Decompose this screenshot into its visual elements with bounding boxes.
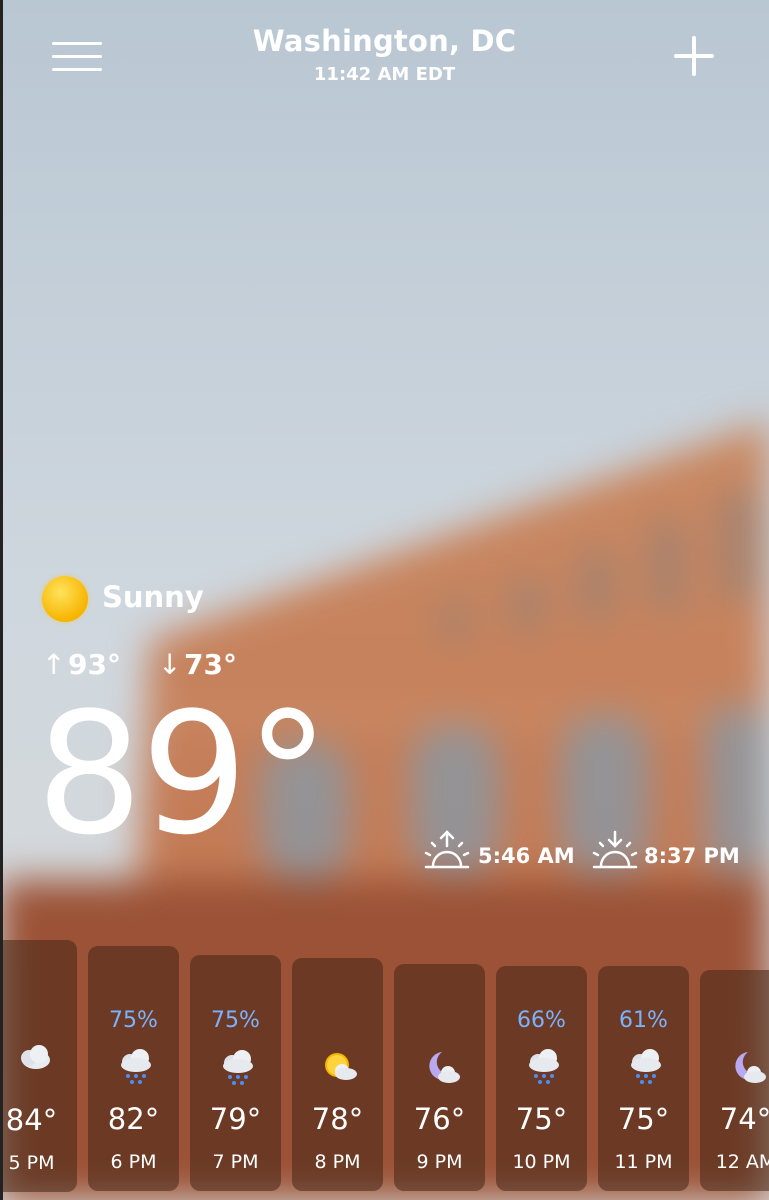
sunrise-time: 5:46 AM xyxy=(478,844,575,868)
hourly-temp: 75° xyxy=(515,1102,568,1136)
hourly-temp: 79° xyxy=(209,1102,262,1136)
sunrise-icon xyxy=(424,830,470,869)
local-time: 11:42 AM EDT xyxy=(313,64,456,85)
hourly-temp: 78° xyxy=(311,1102,364,1136)
hourly-card-8pm[interactable]: 78° 8 PM xyxy=(292,958,383,1191)
condition-label: Sunny xyxy=(102,580,204,614)
hourly-card-12am[interactable]: 74° 12 AM xyxy=(700,970,769,1191)
hourly-temp: 84° xyxy=(5,1103,58,1137)
hourly-time: 8 PM xyxy=(314,1151,361,1173)
rain-icon xyxy=(116,1046,156,1086)
hourly-time: 5 PM xyxy=(8,1152,55,1174)
hourly-card-7pm[interactable]: 75% 79° 7 PM xyxy=(190,955,281,1191)
hourly-precip: 66% xyxy=(517,1008,566,1033)
hourly-card-10pm[interactable]: 66% 75° 10 PM xyxy=(496,966,587,1191)
sun-icon xyxy=(42,576,88,622)
partly-sunny-icon xyxy=(320,1047,360,1087)
hourly-temp: 74° xyxy=(719,1102,769,1136)
hourly-temp: 76° xyxy=(413,1102,466,1136)
left-edge-border xyxy=(0,0,3,1200)
rain-icon xyxy=(626,1046,666,1086)
hourly-time: 6 PM xyxy=(110,1151,157,1173)
hourly-card-6pm[interactable]: 75% 82° 6 PM xyxy=(88,946,179,1191)
hourly-time: 11 PM xyxy=(614,1151,673,1173)
hourly-precip: 75% xyxy=(109,1008,158,1033)
current-temperature: 89° xyxy=(36,676,330,872)
hourly-time: 7 PM xyxy=(212,1151,259,1173)
hourly-time: 10 PM xyxy=(512,1151,571,1173)
rain-icon xyxy=(524,1046,564,1086)
hourly-precip: 61% xyxy=(619,1008,668,1033)
sunset-icon xyxy=(592,830,638,869)
hourly-card-9pm[interactable]: 76° 9 PM xyxy=(394,964,485,1191)
moon-cloud-icon xyxy=(728,1048,768,1088)
hourly-temp: 82° xyxy=(107,1102,160,1136)
location-title[interactable]: Washington, DC xyxy=(0,24,769,58)
hourly-card-11pm[interactable]: 61% 75° 11 PM xyxy=(598,966,689,1191)
sunset-time: 8:37 PM xyxy=(644,844,740,868)
hourly-precip: 75% xyxy=(211,1008,260,1033)
plus-icon[interactable] xyxy=(672,34,716,78)
hourly-temp: 75° xyxy=(617,1102,670,1136)
moon-cloud-icon xyxy=(422,1048,462,1088)
hourly-time: 12 AM xyxy=(715,1151,769,1173)
rain-icon xyxy=(218,1047,258,1087)
hourly-time: 9 PM xyxy=(416,1151,463,1173)
cloudy-icon xyxy=(14,1038,54,1078)
hourly-card-5pm[interactable]: 84° 5 PM xyxy=(0,940,77,1192)
